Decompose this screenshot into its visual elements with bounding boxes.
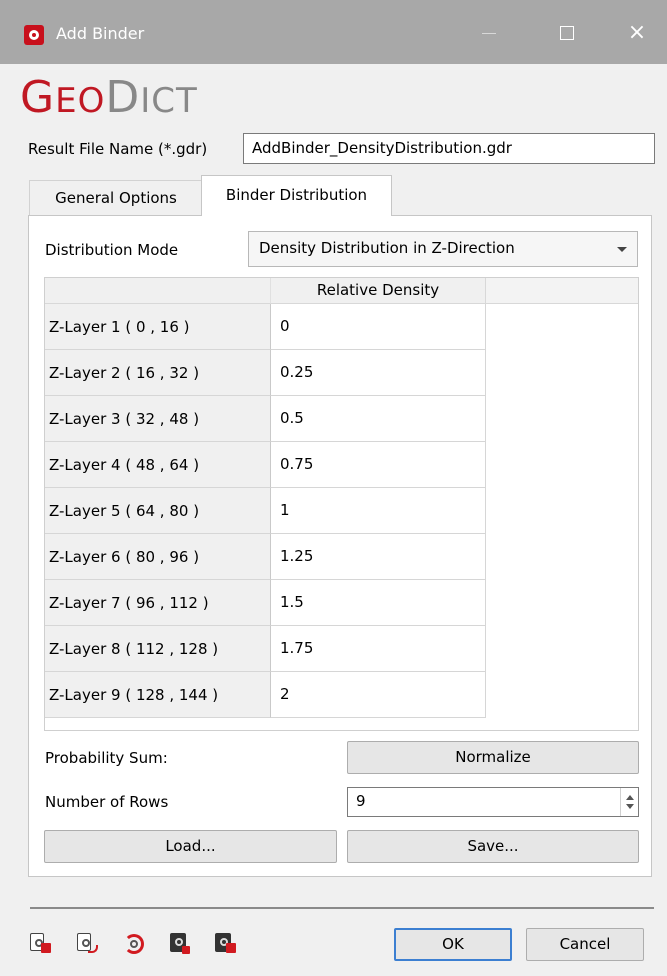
- app-icon: [24, 25, 44, 45]
- result-file-label: Result File Name (*.gdr): [28, 140, 208, 158]
- density-cell[interactable]: 2: [271, 672, 486, 718]
- row-header[interactable]: Z-Layer 4 ( 48 , 64 ): [45, 442, 271, 488]
- row-header[interactable]: Z-Layer 9 ( 128 , 144 ): [45, 672, 271, 718]
- geodict-logo: GEODICT: [20, 72, 198, 132]
- binder-distribution-panel: Distribution Mode Density Distribution i…: [28, 215, 652, 877]
- dark-lock-icon[interactable]: [214, 933, 236, 955]
- density-cell[interactable]: 0.25: [271, 350, 486, 396]
- table-corner: [45, 278, 271, 304]
- gear-shape: [175, 938, 183, 946]
- row-header[interactable]: Z-Layer 2 ( 16 , 32 ): [45, 350, 271, 396]
- spin-up-icon[interactable]: [626, 795, 634, 800]
- density-table: Relative Density Z-Layer 1 ( 0 , 16 ) 0 …: [44, 277, 639, 731]
- probability-sum-label: Probability Sum:: [45, 749, 168, 767]
- row-header[interactable]: Z-Layer 3 ( 32 , 48 ): [45, 396, 271, 442]
- spin-buttons[interactable]: [620, 788, 638, 816]
- table-row: Z-Layer 4 ( 48 , 64 ) 0.75: [45, 442, 486, 488]
- logo-text: EO: [55, 81, 106, 121]
- row-header[interactable]: Z-Layer 7 ( 96 , 112 ): [45, 580, 271, 626]
- distribution-mode-value: Density Distribution in Z-Direction: [259, 239, 515, 257]
- logo-letter: D: [105, 72, 141, 123]
- lock-shape: [41, 943, 51, 953]
- gear-reload-icon[interactable]: [123, 933, 145, 955]
- logo-letter: G: [20, 72, 56, 123]
- maximize-icon[interactable]: [551, 20, 581, 46]
- lock-shape: [226, 943, 236, 953]
- gear-shape: [130, 940, 138, 948]
- dark-gear-icon[interactable]: [169, 933, 191, 955]
- table-row: Z-Layer 9 ( 128 , 144 ) 2: [45, 672, 486, 718]
- load-button[interactable]: Load...: [44, 830, 337, 863]
- save-button[interactable]: Save...: [347, 830, 639, 863]
- table-row: Z-Layer 8 ( 112 , 128 ) 1.75: [45, 626, 486, 672]
- footer-separator: [30, 907, 654, 909]
- density-cell[interactable]: 1: [271, 488, 486, 534]
- density-cell[interactable]: 1.5: [271, 580, 486, 626]
- table-row: Z-Layer 3 ( 32 , 48 ) 0.5: [45, 396, 486, 442]
- tab-binder-distribution[interactable]: Binder Distribution: [201, 175, 392, 216]
- density-cell[interactable]: 1.25: [271, 534, 486, 580]
- number-of-rows-spinbox[interactable]: 9: [347, 787, 639, 817]
- chevron-down-icon: [617, 247, 627, 252]
- density-cell[interactable]: 0: [271, 304, 486, 350]
- row-header[interactable]: Z-Layer 6 ( 80 , 96 ): [45, 534, 271, 580]
- density-cell[interactable]: 1.75: [271, 626, 486, 672]
- distribution-mode-label: Distribution Mode: [45, 241, 179, 259]
- gear-export-icon[interactable]: [76, 933, 98, 955]
- table-row: Z-Layer 7 ( 96 , 112 ) 1.5: [45, 580, 486, 626]
- column-header-relative-density[interactable]: Relative Density: [271, 278, 486, 304]
- table-row: Z-Layer 2 ( 16 , 32 ) 0.25: [45, 350, 486, 396]
- table-row: Z-Layer 5 ( 64 , 80 ) 1: [45, 488, 486, 534]
- cancel-button[interactable]: Cancel: [526, 928, 644, 961]
- logo-text: ICT: [140, 81, 198, 121]
- row-header[interactable]: Z-Layer 1 ( 0 , 16 ): [45, 304, 271, 350]
- density-cell[interactable]: 0.5: [271, 396, 486, 442]
- table-row: Z-Layer 6 ( 80 , 96 ) 1.25: [45, 534, 486, 580]
- table-row: Z-Layer 1 ( 0 , 16 ) 0: [45, 304, 486, 350]
- normalize-button[interactable]: Normalize: [347, 741, 639, 774]
- gear-lock-icon[interactable]: [29, 933, 51, 955]
- number-of-rows-value: 9: [356, 792, 366, 810]
- result-file-input[interactable]: AddBinder_DensityDistribution.gdr: [243, 133, 655, 164]
- density-cell[interactable]: 0.75: [271, 442, 486, 488]
- tab-general-options[interactable]: General Options: [29, 180, 203, 216]
- spin-down-icon[interactable]: [626, 804, 634, 809]
- lock-shape: [182, 946, 190, 954]
- window-title: Add Binder: [56, 24, 145, 43]
- row-header[interactable]: Z-Layer 8 ( 112 , 128 ): [45, 626, 271, 672]
- number-of-rows-label: Number of Rows: [45, 793, 169, 811]
- minimize-icon[interactable]: [474, 20, 504, 46]
- arrow-shape: [88, 945, 98, 953]
- close-icon[interactable]: ×: [622, 20, 652, 46]
- ok-button[interactable]: OK: [394, 928, 512, 961]
- row-header[interactable]: Z-Layer 5 ( 64 , 80 ): [45, 488, 271, 534]
- title-bar: Add Binder ×: [0, 0, 667, 64]
- distribution-mode-select[interactable]: Density Distribution in Z-Direction: [248, 231, 638, 267]
- table-header-filler: [486, 278, 638, 304]
